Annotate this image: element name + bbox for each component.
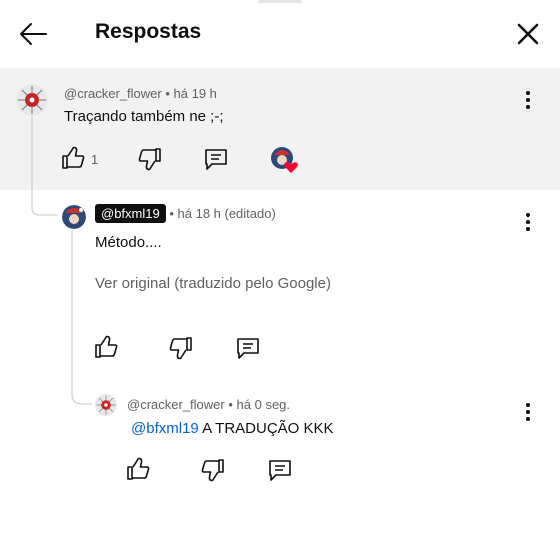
like-count: 1 — [91, 152, 99, 167]
comment-time: há 19 h — [173, 86, 217, 101]
see-original-link[interactable]: Ver original (traduzido pelo Google) — [95, 275, 331, 292]
flower-avatar-icon — [95, 394, 117, 416]
more-vertical-icon — [526, 91, 530, 109]
mention-link[interactable]: @bfxml19 — [131, 420, 199, 437]
thumbs-up-icon — [62, 146, 85, 169]
reply-button[interactable] — [235, 335, 261, 361]
reply-menu-button[interactable] — [518, 400, 538, 424]
like-button[interactable] — [93, 334, 119, 360]
creator-heart — [270, 146, 298, 174]
dislike-button[interactable] — [137, 146, 163, 172]
thumbs-down-icon — [138, 148, 161, 171]
reply-text: Método.... — [95, 234, 162, 251]
reply-menu-button[interactable] — [518, 210, 538, 234]
reply-button[interactable] — [203, 146, 229, 172]
separator-dot: • — [165, 86, 174, 101]
reply-body: A TRADUÇÃO KKK — [202, 420, 334, 437]
flower-avatar-icon — [16, 84, 48, 116]
like-button[interactable] — [125, 456, 151, 482]
reply-meta: @bfxml19 • há 18 h (editado) — [95, 204, 276, 223]
comment-icon — [269, 460, 291, 481]
comment-icon — [237, 338, 259, 359]
thumbs-down-icon — [201, 459, 224, 482]
comment-author[interactable]: @cracker_flower — [64, 86, 162, 101]
like-button[interactable] — [60, 145, 86, 171]
avatar[interactable] — [16, 84, 48, 116]
dislike-button[interactable] — [200, 457, 226, 483]
comment-meta: @cracker_flower • há 19 h — [64, 86, 217, 101]
reply-time: há 18 h (editado) — [177, 206, 276, 221]
reply-meta: @cracker_flower • há 0 seg. — [127, 397, 290, 412]
avatar[interactable] — [95, 394, 117, 416]
comment-icon — [205, 149, 227, 170]
reply-author[interactable]: @cracker_flower — [127, 397, 225, 412]
avatar[interactable] — [62, 205, 86, 229]
reply-button[interactable] — [267, 457, 293, 483]
thumbs-up-icon — [95, 335, 118, 358]
dislike-button[interactable] — [168, 335, 194, 361]
creator-heart-icon — [271, 147, 298, 173]
reply-time: há 0 seg. — [236, 397, 291, 412]
reply-text: @bfxml19 A TRADUÇÃO KKK — [131, 420, 334, 437]
author-badge[interactable]: @bfxml19 — [95, 204, 166, 223]
more-vertical-icon — [526, 213, 530, 231]
thumbs-down-icon — [169, 337, 192, 360]
santa-avatar-icon — [62, 205, 86, 229]
thumbs-up-icon — [127, 457, 150, 480]
separator-dot: • — [169, 206, 178, 221]
comment-text: Traçando também ne ;-; — [64, 108, 224, 125]
separator-dot: • — [228, 397, 237, 412]
more-vertical-icon — [526, 403, 530, 421]
comment-menu-button[interactable] — [518, 88, 538, 112]
